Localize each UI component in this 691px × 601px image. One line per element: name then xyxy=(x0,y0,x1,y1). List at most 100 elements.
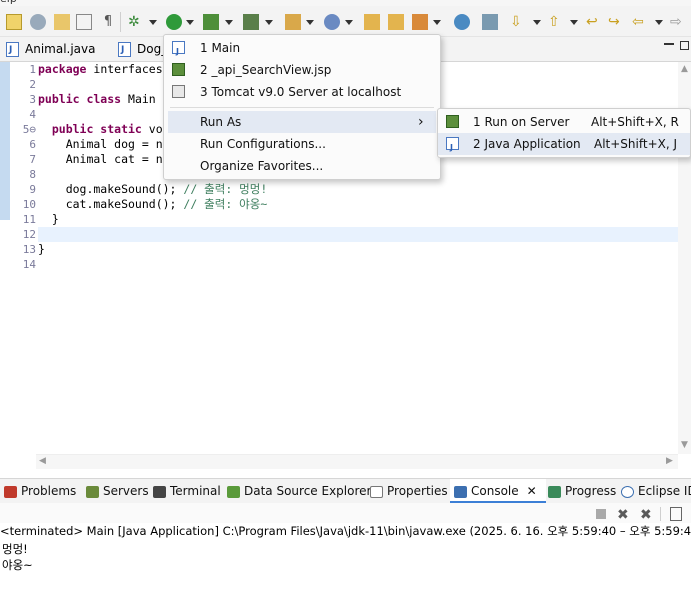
external-tools-icon[interactable] xyxy=(412,14,428,30)
remove-launch-icon[interactable]: ✖ xyxy=(617,507,629,523)
back-icon[interactable]: ⇦ xyxy=(632,14,648,30)
code-line[interactable]: cat.makeSound(); // 출력: 야옹~ xyxy=(38,197,268,212)
console-icon xyxy=(454,485,467,498)
server-run-icon xyxy=(446,115,459,128)
scroll-down-icon[interactable]: ▼ xyxy=(681,440,688,450)
menu-item-label: 2 _api_SearchView.jsp xyxy=(200,63,332,77)
view-tab-eclipse-ide[interactable]: Eclipse ID xyxy=(621,479,691,503)
view-tab-label: Eclipse ID xyxy=(638,484,691,498)
external-tools-dropdown-icon[interactable] xyxy=(433,20,441,25)
menu-item-organize-favorites[interactable]: Organize Favorites... xyxy=(164,155,440,177)
line-number: 2 xyxy=(29,78,36,91)
menu-item-run-as[interactable]: Run As › xyxy=(168,111,436,133)
console-options-icon[interactable] xyxy=(670,507,682,521)
prev-annotation-dropdown-icon[interactable] xyxy=(570,20,578,25)
menu-item-java-application[interactable]: 2 Java Application Alt+Shift+X, J xyxy=(438,133,690,159)
code-line[interactable]: Animal dog = n xyxy=(38,137,163,152)
code-line[interactable]: } xyxy=(38,212,59,227)
prev-annotation-icon[interactable]: ⇧ xyxy=(548,14,564,30)
open-type-icon[interactable] xyxy=(364,14,380,30)
search-icon[interactable] xyxy=(482,14,498,30)
editor-tab-dog[interactable]: Dog_ xyxy=(118,37,167,62)
next-annotation-icon[interactable]: ⇩ xyxy=(510,14,526,30)
java-file-icon xyxy=(6,38,19,62)
forward-edit-icon[interactable]: ↪ xyxy=(608,14,624,30)
edit-icon[interactable] xyxy=(6,14,22,30)
block-selection-icon[interactable] xyxy=(76,14,92,30)
console-output-line: 야옹~ xyxy=(2,558,33,572)
code-line[interactable]: package interfaces xyxy=(38,62,163,77)
menu-item-main[interactable]: 1 Main xyxy=(164,37,440,63)
horizontal-scrollbar[interactable]: ◀ ▶ xyxy=(36,454,678,469)
view-tab-terminal[interactable]: Terminal xyxy=(153,479,221,503)
globe-icon[interactable] xyxy=(454,14,470,30)
menu-item-run-configurations[interactable]: Run Configurations... xyxy=(164,133,440,155)
menu-item-tomcat[interactable]: 3 Tomcat v9.0 Server at localhost xyxy=(164,81,440,103)
terminate-icon[interactable] xyxy=(596,509,606,519)
change-indicator xyxy=(0,62,10,220)
view-tab-problems[interactable]: Problems xyxy=(4,479,76,503)
code-text: vo xyxy=(148,122,163,136)
data-source-icon xyxy=(227,485,240,498)
code-line[interactable]: dog.makeSound(); // 출력: 멍멍! xyxy=(38,182,268,197)
view-tab-label: Servers xyxy=(103,484,149,498)
line-number: 6 xyxy=(29,138,36,151)
close-icon[interactable]: ✕ xyxy=(527,484,537,498)
coverage-icon[interactable] xyxy=(243,14,259,30)
back-dropdown-icon[interactable] xyxy=(655,20,663,25)
forward-icon[interactable]: ⇨ xyxy=(670,14,686,30)
code-keyword: package xyxy=(38,62,94,76)
java-app-icon xyxy=(172,41,185,63)
view-tab-label: Console xyxy=(471,484,519,498)
view-tab-servers[interactable]: Servers xyxy=(86,479,149,503)
remove-all-terminated-icon[interactable]: ✖ xyxy=(640,507,652,523)
view-tab-label: Problems xyxy=(21,484,77,498)
console-toolbar: ✖ ✖ xyxy=(0,503,691,525)
run-as-submenu: 1 Run on Server Alt+Shift+X, R 2 Java Ap… xyxy=(437,108,691,159)
run-server-icon[interactable] xyxy=(203,14,219,30)
scroll-up-icon[interactable]: ▲ xyxy=(681,64,688,74)
new-dropdown-icon[interactable] xyxy=(306,20,314,25)
servers-icon xyxy=(86,485,99,498)
scroll-left-icon[interactable]: ◀ xyxy=(39,456,46,466)
new-package-icon[interactable] xyxy=(285,14,301,30)
server-run-icon xyxy=(172,63,185,76)
line-number: 13 xyxy=(22,243,36,256)
next-annotation-dropdown-icon[interactable] xyxy=(533,20,541,25)
view-tab-progress[interactable]: Progress xyxy=(548,479,616,503)
debug-icon[interactable]: ✲ xyxy=(128,14,144,30)
code-text: cat.makeSound(); xyxy=(38,197,184,211)
line-number: 3 xyxy=(29,93,36,106)
pilcrow-icon[interactable]: ¶ xyxy=(100,14,116,30)
maximize-icon[interactable] xyxy=(680,41,689,50)
last-edit-location-icon[interactable]: ↩ xyxy=(586,14,602,30)
new-class-icon[interactable] xyxy=(324,14,340,30)
line-number-gutter: 1 2 3 4 5⊖ 6 7 8 9 10 11 12 13 14 xyxy=(10,62,36,470)
console-terminated-line: <terminated> Main [Java Application] C:\… xyxy=(0,523,691,539)
view-tab-properties[interactable]: Properties xyxy=(370,479,448,503)
scroll-right-icon[interactable]: ▶ xyxy=(666,456,673,466)
code-line[interactable]: public static vo xyxy=(38,122,163,137)
open-folder-icon[interactable] xyxy=(388,14,404,30)
new-class-dropdown-icon[interactable] xyxy=(345,20,353,25)
coverage-dropdown-icon[interactable] xyxy=(265,20,273,25)
menu-item-run-on-server[interactable]: 1 Run on Server Alt+Shift+X, R xyxy=(438,111,690,133)
menu-item-search-view[interactable]: 2 _api_SearchView.jsp xyxy=(164,59,440,81)
run-server-dropdown-icon[interactable] xyxy=(225,20,233,25)
run-dropdown-icon[interactable] xyxy=(186,20,194,25)
code-line[interactable]: public class Main xyxy=(38,92,156,107)
minimize-icon[interactable] xyxy=(664,43,674,45)
debug-dropdown-icon[interactable] xyxy=(149,20,157,25)
editor-tab-animal[interactable]: Animal.java xyxy=(6,37,95,62)
run-icon[interactable] xyxy=(166,14,182,30)
submenu-arrow-icon: › xyxy=(418,114,424,130)
menubar-partial-label[interactable]: elp xyxy=(0,0,17,5)
annotation-icon[interactable] xyxy=(54,14,70,30)
view-tab-data-source-explorer[interactable]: Data Source Explorer xyxy=(227,479,371,503)
code-line[interactable]: Animal cat = n xyxy=(38,152,163,167)
view-tab-console[interactable]: Console ✕ xyxy=(450,479,546,503)
code-line[interactable]: } xyxy=(38,242,45,257)
view-tab-label: Properties xyxy=(387,484,448,498)
toggle-mark-icon[interactable] xyxy=(30,14,46,30)
menu-item-label: Organize Favorites... xyxy=(200,159,324,173)
